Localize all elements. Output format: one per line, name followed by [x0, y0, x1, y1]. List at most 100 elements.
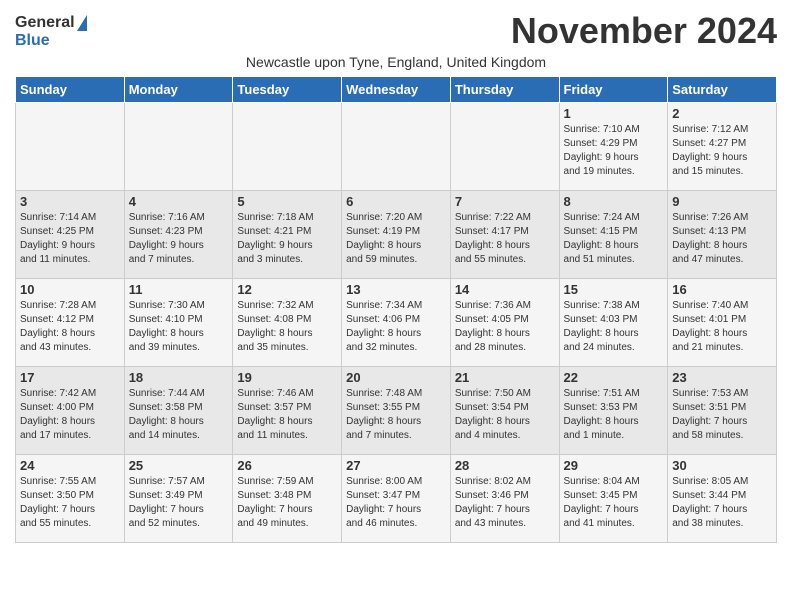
day-info: Sunrise: 7:24 AM Sunset: 4:15 PM Dayligh…: [564, 211, 664, 267]
day-number: 17: [20, 370, 120, 385]
day-number: 16: [672, 282, 772, 297]
calendar-day-24: 24 Sunrise: 7:55 AM Sunset: 3:50 PM Dayli…: [16, 455, 125, 543]
calendar-day-7: 7 Sunrise: 7:22 AM Sunset: 4:17 PM Daylig…: [450, 191, 559, 279]
day-number: 10: [20, 282, 120, 297]
calendar-day-18: 18 Sunrise: 7:44 AM Sunset: 3:58 PM Dayli…: [124, 367, 233, 455]
day-info: Sunrise: 7:48 AM Sunset: 3:55 PM Dayligh…: [346, 387, 446, 443]
calendar-day-3: 3 Sunrise: 7:14 AM Sunset: 4:25 PM Daylig…: [16, 191, 125, 279]
calendar-day-23: 23Sunrise: 7:53 AM Sunset: 3:51 PM Dayli…: [668, 367, 777, 455]
day-info: Sunrise: 7:34 AM Sunset: 4:06 PM Dayligh…: [346, 299, 446, 355]
day-number: 12: [237, 282, 337, 297]
day-info: Sunrise: 7:12 AM Sunset: 4:27 PM Dayligh…: [672, 123, 772, 179]
calendar-day-12: 12 Sunrise: 7:32 AM Sunset: 4:08 PM Dayli…: [233, 279, 342, 367]
calendar-day-5: 5 Sunrise: 7:18 AM Sunset: 4:21 PM Daylig…: [233, 191, 342, 279]
day-number: 1: [564, 106, 664, 121]
calendar-day-29: 29Sunrise: 8:04 AM Sunset: 3:45 PM Dayli…: [559, 455, 668, 543]
calendar-day-6: 6 Sunrise: 7:20 AM Sunset: 4:19 PM Daylig…: [342, 191, 451, 279]
day-number: 24: [20, 458, 120, 473]
day-number: 14: [455, 282, 555, 297]
calendar-day-8: 8 Sunrise: 7:24 AM Sunset: 4:15 PM Daylig…: [559, 191, 668, 279]
day-number: 30: [672, 458, 772, 473]
day-number: 7: [455, 194, 555, 209]
calendar-day-20: 20Sunrise: 7:48 AM Sunset: 3:55 PM Dayli…: [342, 367, 451, 455]
day-number: 21: [455, 370, 555, 385]
day-info: Sunrise: 7:36 AM Sunset: 4:05 PM Dayligh…: [455, 299, 555, 355]
calendar-subtitle: Newcastle upon Tyne, England, United Kin…: [15, 54, 777, 70]
calendar-day-14: 14 Sunrise: 7:36 AM Sunset: 4:05 PM Dayli…: [450, 279, 559, 367]
calendar-day-22: 22 Sunrise: 7:51 AM Sunset: 3:53 PM Dayli…: [559, 367, 668, 455]
day-info: Sunrise: 7:40 AM Sunset: 4:01 PM Dayligh…: [672, 299, 772, 355]
calendar-day-1: 1Sunrise: 7:10 AM Sunset: 4:29 PM Daylig…: [559, 103, 668, 191]
calendar-day-19: 19Sunrise: 7:46 AM Sunset: 3:57 PM Dayli…: [233, 367, 342, 455]
weekday-header-friday: Friday: [559, 77, 668, 103]
logo-blue: Blue: [15, 32, 50, 50]
logo: General Blue: [15, 10, 87, 49]
day-number: 26: [237, 458, 337, 473]
day-info: Sunrise: 7:26 AM Sunset: 4:13 PM Dayligh…: [672, 211, 772, 267]
calendar-empty-cell: [450, 103, 559, 191]
day-info: Sunrise: 8:00 AM Sunset: 3:47 PM Dayligh…: [346, 475, 446, 531]
calendar-day-28: 28Sunrise: 8:02 AM Sunset: 3:46 PM Dayli…: [450, 455, 559, 543]
calendar-day-2: 2 Sunrise: 7:12 AM Sunset: 4:27 PM Daylig…: [668, 103, 777, 191]
day-info: Sunrise: 7:50 AM Sunset: 3:54 PM Dayligh…: [455, 387, 555, 443]
weekday-header-saturday: Saturday: [668, 77, 777, 103]
day-number: 25: [129, 458, 229, 473]
calendar-day-27: 27 Sunrise: 8:00 AM Sunset: 3:47 PM Dayli…: [342, 455, 451, 543]
page-header: General Blue November 2024: [15, 10, 777, 52]
calendar-empty-cell: [16, 103, 125, 191]
weekday-header-thursday: Thursday: [450, 77, 559, 103]
logo-general: General: [15, 14, 87, 32]
day-info: Sunrise: 7:18 AM Sunset: 4:21 PM Dayligh…: [237, 211, 337, 267]
day-number: 3: [20, 194, 120, 209]
day-info: Sunrise: 7:44 AM Sunset: 3:58 PM Dayligh…: [129, 387, 229, 443]
calendar-day-26: 26 Sunrise: 7:59 AM Sunset: 3:48 PM Dayli…: [233, 455, 342, 543]
day-number: 6: [346, 194, 446, 209]
calendar-day-30: 30Sunrise: 8:05 AM Sunset: 3:44 PM Dayli…: [668, 455, 777, 543]
weekday-header-monday: Monday: [124, 77, 233, 103]
day-number: 27: [346, 458, 446, 473]
calendar-week-row: 10 Sunrise: 7:28 AM Sunset: 4:12 PM Dayli…: [16, 279, 777, 367]
day-number: 13: [346, 282, 446, 297]
day-info: Sunrise: 7:42 AM Sunset: 4:00 PM Dayligh…: [20, 387, 120, 443]
day-info: Sunrise: 7:46 AM Sunset: 3:57 PM Dayligh…: [237, 387, 337, 443]
day-info: Sunrise: 7:16 AM Sunset: 4:23 PM Dayligh…: [129, 211, 229, 267]
day-number: 22: [564, 370, 664, 385]
weekday-header-tuesday: Tuesday: [233, 77, 342, 103]
calendar-day-4: 4 Sunrise: 7:16 AM Sunset: 4:23 PM Daylig…: [124, 191, 233, 279]
day-number: 2: [672, 106, 772, 121]
day-number: 18: [129, 370, 229, 385]
calendar-day-11: 11 Sunrise: 7:30 AM Sunset: 4:10 PM Dayli…: [124, 279, 233, 367]
day-info: Sunrise: 7:20 AM Sunset: 4:19 PM Dayligh…: [346, 211, 446, 267]
day-number: 8: [564, 194, 664, 209]
day-number: 15: [564, 282, 664, 297]
calendar-empty-cell: [342, 103, 451, 191]
day-info: Sunrise: 7:32 AM Sunset: 4:08 PM Dayligh…: [237, 299, 337, 355]
day-number: 23: [672, 370, 772, 385]
calendar-day-10: 10 Sunrise: 7:28 AM Sunset: 4:12 PM Dayli…: [16, 279, 125, 367]
day-info: Sunrise: 7:55 AM Sunset: 3:50 PM Dayligh…: [20, 475, 120, 531]
day-number: 5: [237, 194, 337, 209]
calendar-table: SundayMondayTuesdayWednesdayThursdayFrid…: [15, 76, 777, 543]
day-info: Sunrise: 7:28 AM Sunset: 4:12 PM Dayligh…: [20, 299, 120, 355]
calendar-week-row: 17 Sunrise: 7:42 AM Sunset: 4:00 PM Dayli…: [16, 367, 777, 455]
calendar-empty-cell: [124, 103, 233, 191]
calendar-day-17: 17 Sunrise: 7:42 AM Sunset: 4:00 PM Dayli…: [16, 367, 125, 455]
day-info: Sunrise: 7:22 AM Sunset: 4:17 PM Dayligh…: [455, 211, 555, 267]
day-number: 4: [129, 194, 229, 209]
day-info: Sunrise: 7:59 AM Sunset: 3:48 PM Dayligh…: [237, 475, 337, 531]
calendar-day-15: 15 Sunrise: 7:38 AM Sunset: 4:03 PM Dayli…: [559, 279, 668, 367]
calendar-week-row: 3 Sunrise: 7:14 AM Sunset: 4:25 PM Daylig…: [16, 191, 777, 279]
day-info: Sunrise: 7:14 AM Sunset: 4:25 PM Dayligh…: [20, 211, 120, 267]
calendar-week-row: 1Sunrise: 7:10 AM Sunset: 4:29 PM Daylig…: [16, 103, 777, 191]
day-info: Sunrise: 7:30 AM Sunset: 4:10 PM Dayligh…: [129, 299, 229, 355]
calendar-day-25: 25Sunrise: 7:57 AM Sunset: 3:49 PM Dayli…: [124, 455, 233, 543]
calendar-empty-cell: [233, 103, 342, 191]
day-number: 11: [129, 282, 229, 297]
day-info: Sunrise: 7:38 AM Sunset: 4:03 PM Dayligh…: [564, 299, 664, 355]
calendar-week-row: 24 Sunrise: 7:55 AM Sunset: 3:50 PM Dayli…: [16, 455, 777, 543]
calendar-day-21: 21 Sunrise: 7:50 AM Sunset: 3:54 PM Dayli…: [450, 367, 559, 455]
day-info: Sunrise: 8:02 AM Sunset: 3:46 PM Dayligh…: [455, 475, 555, 531]
day-info: Sunrise: 8:04 AM Sunset: 3:45 PM Dayligh…: [564, 475, 664, 531]
day-info: Sunrise: 7:51 AM Sunset: 3:53 PM Dayligh…: [564, 387, 664, 443]
calendar-day-9: 9Sunrise: 7:26 AM Sunset: 4:13 PM Daylig…: [668, 191, 777, 279]
